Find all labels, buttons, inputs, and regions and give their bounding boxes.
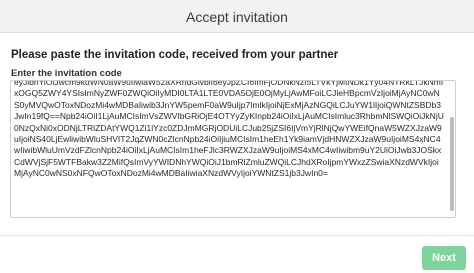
invitation-code-label: Enter the invitation code: [11, 68, 122, 79]
accept-invitation-dialog: Accept invitation Please paste the invit…: [0, 0, 474, 273]
instruction-text: Please paste the invitation code, receiv…: [11, 49, 339, 61]
next-button[interactable]: Next: [422, 246, 466, 270]
invitation-code-textarea[interactable]: eyJlbnYiOiJwcm9kdWN0aW9uIiwiaW52aXRhdGlv…: [10, 80, 456, 218]
footer-divider: [0, 235, 474, 236]
scrollbar-thumb[interactable]: [450, 117, 454, 211]
textarea-scrollbar[interactable]: [449, 83, 454, 213]
dialog-title: Accept invitation: [186, 9, 288, 25]
invitation-code-value: eyJlbnYiOiJwcm9kdWN0aW9uIiwiaW52aXRhdGlv…: [14, 80, 444, 179]
dialog-title-bar: Accept invitation: [0, 0, 474, 33]
